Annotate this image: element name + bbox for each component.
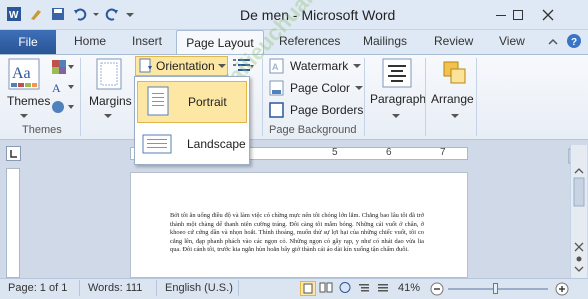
watermark-label: Watermark [290, 59, 349, 73]
arrange-dropdown-icon[interactable] [451, 108, 459, 122]
page-borders-button[interactable]: Page Borders [269, 102, 363, 118]
group-separator [476, 58, 477, 136]
landscape-icon [142, 134, 172, 154]
menu-item-portrait[interactable]: Portrait [137, 81, 247, 123]
language-status[interactable]: English (U.S.) [165, 282, 233, 294]
arrange-icon[interactable] [440, 58, 470, 91]
close-icon [542, 9, 554, 21]
svg-text:A: A [272, 62, 279, 72]
zoom-in-icon[interactable] [555, 282, 569, 299]
scrollbar-arrows-icon [573, 168, 585, 272]
document-paragraph[interactable]: Bởi tôi ăn uống điều độ và làm việc có c… [170, 212, 424, 255]
tab-insert[interactable]: Insert [132, 34, 162, 48]
group-separator [80, 58, 81, 136]
group-separator [425, 58, 426, 136]
tab-view[interactable]: View [499, 34, 525, 48]
group-separator [364, 58, 365, 136]
watermark-dropdown-icon [353, 64, 362, 68]
view-buttons [300, 281, 392, 296]
vertical-ruler[interactable] [6, 168, 20, 278]
vertical-scrollbar[interactable] [570, 145, 587, 278]
page-borders-label: Page Borders [290, 103, 364, 117]
margins-dropdown-icon[interactable] [104, 108, 112, 122]
page-count-status[interactable]: Page: 1 of 1 [8, 282, 67, 294]
orientation-icon [139, 58, 152, 73]
status-separator [156, 280, 157, 296]
ruler-number: 5 [332, 147, 338, 158]
themes-icon[interactable]: Aa [8, 58, 40, 93]
undo-icon[interactable] [70, 4, 90, 24]
svg-text:Aa: Aa [12, 65, 31, 82]
page-color-dropdown-icon [355, 86, 364, 90]
tab-mailings[interactable]: Mailings [363, 34, 407, 48]
redo-icon[interactable] [102, 4, 122, 24]
theme-effects-icon[interactable] [52, 100, 74, 117]
themes-group-label: Themes [22, 124, 62, 136]
paragraph-icon[interactable] [382, 58, 412, 91]
paragraph-button-label[interactable]: Paragraph [370, 92, 426, 106]
menu-item-landscape[interactable]: Landscape [137, 123, 247, 165]
landscape-label: Landscape [187, 137, 246, 151]
themes-button-label[interactable]: Themes [7, 94, 50, 108]
save-icon[interactable] [48, 4, 68, 24]
help-icon[interactable]: ? [566, 33, 582, 52]
print-layout-view-icon[interactable] [300, 281, 316, 296]
outline-view-icon[interactable] [357, 281, 373, 296]
orientation-button[interactable]: Orientation [135, 56, 228, 76]
tab-review[interactable]: Review [434, 34, 473, 48]
theme-fonts-icon[interactable]: A [52, 80, 74, 97]
window-title: De men - Microsoft Word [240, 7, 396, 23]
themes-dropdown-icon[interactable] [20, 108, 28, 122]
page-color-button[interactable]: Page Color [269, 80, 364, 96]
status-separator [238, 280, 239, 296]
draft-view-icon[interactable] [376, 281, 392, 296]
web-layout-icon[interactable] [338, 281, 354, 296]
word-app-icon[interactable]: W [4, 4, 24, 24]
margins-icon[interactable] [96, 58, 122, 93]
svg-text:W: W [9, 10, 19, 21]
undo-dropdown-icon[interactable] [92, 4, 100, 24]
watermark-button[interactable]: A Watermark [269, 58, 362, 74]
paragraph-dropdown-icon[interactable] [392, 108, 400, 122]
quick-access-toolbar: W [4, 4, 136, 24]
customize-toolbar-icon[interactable] [124, 4, 136, 24]
ruler-number: 7 [440, 147, 446, 158]
theme-colors-icon[interactable] [52, 60, 74, 77]
full-screen-reading-icon[interactable] [319, 281, 335, 296]
orientation-menu: Portrait Landscape [134, 76, 250, 165]
maximize-icon [513, 10, 523, 20]
watermark-icon: A [269, 58, 284, 74]
portrait-label: Portrait [188, 95, 227, 109]
format-painter-icon[interactable] [26, 4, 46, 24]
page-borders-icon [269, 102, 284, 118]
portrait-icon [147, 86, 169, 116]
tab-home[interactable]: Home [74, 34, 106, 48]
zoom-level[interactable]: 41% [398, 282, 420, 294]
svg-text:A: A [52, 81, 61, 94]
zoom-out-icon[interactable] [430, 282, 444, 299]
maximize-button[interactable] [503, 4, 533, 26]
group-separator [262, 58, 263, 136]
status-separator [79, 280, 80, 296]
tab-selector[interactable] [6, 146, 21, 161]
page-color-label: Page Color [290, 81, 351, 95]
zoom-slider[interactable] [448, 288, 548, 290]
tab-file[interactable]: File [0, 30, 56, 54]
word-count-status[interactable]: Words: 111 [88, 282, 142, 294]
collapse-ribbon-icon[interactable] [548, 36, 558, 50]
margins-button-label[interactable]: Margins [89, 94, 132, 108]
page-color-icon [269, 80, 284, 96]
zoom-slider-thumb[interactable] [493, 283, 498, 294]
orientation-label: Orientation [156, 59, 215, 73]
page-background-group-label: Page Background [269, 124, 357, 136]
ruler-number: 6 [386, 147, 392, 158]
svg-text:?: ? [571, 37, 577, 48]
arrange-button-label[interactable]: Arrange [431, 92, 474, 106]
left-tab-icon [10, 150, 17, 158]
close-button[interactable] [533, 4, 563, 26]
